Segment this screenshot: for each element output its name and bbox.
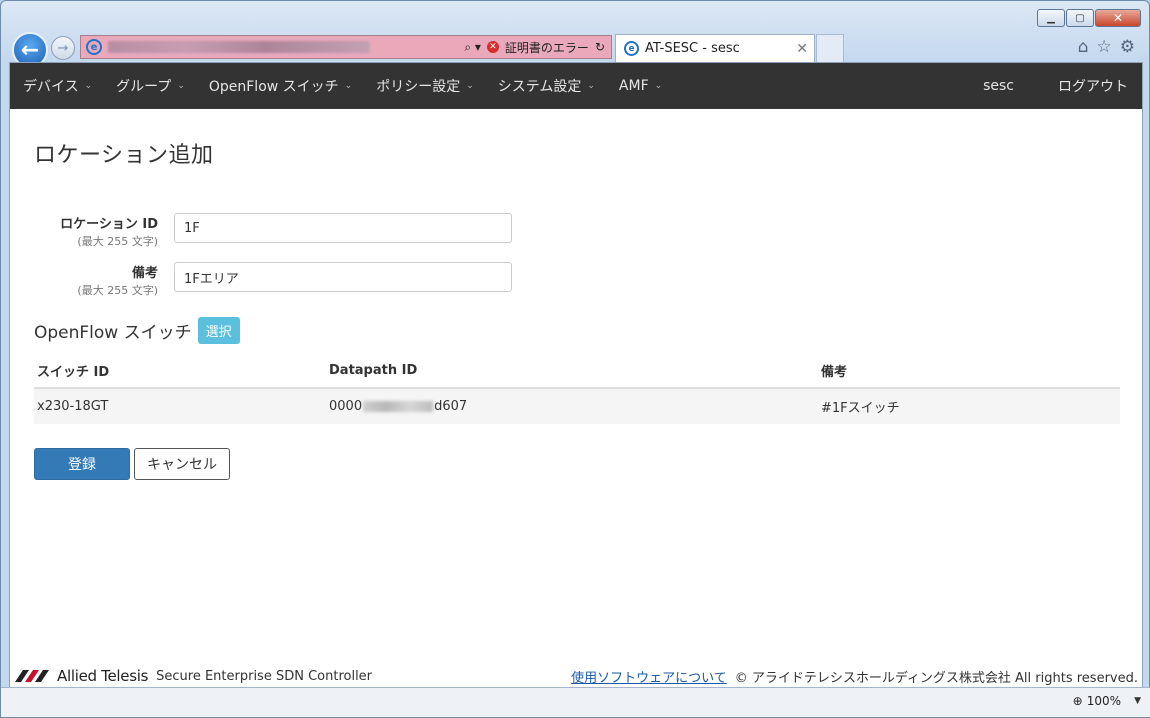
minimize-button[interactable]: ▁ [1037, 9, 1065, 27]
software-info-link[interactable]: 使用ソフトウェアについて [571, 667, 727, 686]
zoom-level: 100% [1086, 694, 1121, 708]
switch-section-header: OpenFlow スイッチ 選択 [34, 317, 1118, 344]
nav-label: AMF [618, 78, 649, 94]
nav-item-amf[interactable]: AMF ⌄ [607, 63, 674, 109]
forward-arrow-icon: → [57, 40, 69, 56]
note-label-group: 備考 (最大 255 文字) [34, 262, 158, 298]
location-id-hint: (最大 255 文字) [77, 235, 158, 248]
table-header-row: スイッチ ID Datapath ID 備考 [34, 354, 1120, 389]
chevron-down-icon: ⌄ [587, 81, 595, 91]
cancel-button[interactable]: キャンセル [134, 448, 230, 480]
maximize-button[interactable]: ▢ [1066, 9, 1094, 27]
note-label: 備考 [131, 266, 158, 281]
datapath-suffix: d607 [434, 399, 468, 414]
page-title: ロケーション追加 [34, 143, 214, 168]
close-window-button[interactable]: ✕ [1095, 9, 1141, 27]
page-viewport: デバイス ⌄ グループ ⌄ OpenFlow スイッチ ⌄ ポリシー設定 ⌄ システム設… [9, 62, 1143, 688]
nav-item-devices[interactable]: デバイス ⌄ [10, 63, 104, 109]
form-row-location-id: ロケーション ID (最大 255 文字) [34, 213, 1118, 262]
nav-item-openflow-switch[interactable]: OpenFlow スイッチ ⌄ [197, 63, 364, 109]
nav-label: OpenFlow スイッチ [208, 79, 339, 95]
settings-gear-icon[interactable]: ⚙ [1120, 37, 1135, 57]
footer-right: 使用ソフトウェアについて © アライドテレシスホールディングス株式会社 All … [571, 667, 1138, 686]
nav-user[interactable]: sesc [961, 78, 1036, 94]
nav-item-policy[interactable]: ポリシー設定 ⌄ [364, 63, 486, 109]
zoom-control[interactable]: ⊕ 100% [1073, 694, 1121, 708]
brand-name: Allied Telesis [57, 667, 149, 685]
nav-item-groups[interactable]: グループ ⌄ [104, 63, 197, 109]
ie-icon: e [624, 41, 639, 56]
close-tab-icon[interactable]: ✕ [796, 41, 808, 57]
browser-toolbar: ⌂ ☆ ⚙ [1078, 37, 1135, 57]
col-note: 備考 [818, 354, 1120, 389]
copyright-text: © アライドテレシスホールディングス株式会社 All rights reserv… [734, 670, 1138, 686]
col-switch-id: スイッチ ID [34, 354, 326, 389]
table-row[interactable]: x230-18GT 0000 d607 #1Fスイッチ [34, 388, 1120, 424]
chevron-down-icon: ⌄ [344, 81, 353, 91]
chevron-down-icon: ⌄ [177, 81, 185, 91]
url-redacted [108, 41, 370, 53]
refresh-icon[interactable]: ↻ [595, 40, 605, 54]
browser-window: ▁ ▢ ✕ ← → e ⌕ ▾ ✕ 証明書のエラー ↻ e AT-SESC - … [0, 0, 1150, 718]
tab-title: AT-SESC - sesc [645, 41, 740, 56]
switch-section-title: OpenFlow スイッチ [34, 323, 192, 343]
forward-button[interactable]: → [51, 36, 75, 60]
nav-label: デバイス [23, 79, 79, 95]
address-bar[interactable]: e ⌕ ▾ ✕ 証明書のエラー ↻ [80, 35, 612, 59]
browser-tab[interactable]: e AT-SESC - sesc ✕ [615, 34, 815, 62]
logout-link[interactable]: ログアウト [1036, 76, 1142, 96]
chevron-down-icon: ⌄ [466, 81, 474, 91]
location-id-label-group: ロケーション ID (最大 255 文字) [34, 213, 158, 249]
note-input[interactable] [174, 262, 512, 292]
back-arrow-icon: ← [20, 37, 40, 63]
page-footer: Allied Telesis Secure Enterprise SDN Con… [10, 665, 1142, 687]
chevron-down-icon: ⌄ [84, 81, 93, 91]
datapath-prefix: 0000 [329, 399, 363, 414]
favorites-star-icon[interactable]: ☆ [1097, 37, 1112, 57]
location-id-input[interactable] [174, 213, 512, 243]
col-datapath-id: Datapath ID [326, 354, 818, 389]
certificate-error-icon[interactable]: ✕ [486, 41, 499, 53]
cell-switch-id: x230-18GT [34, 388, 326, 424]
datapath-redacted [363, 401, 434, 412]
cell-note: #1Fスイッチ [818, 388, 1120, 424]
nav-label: システム設定 [497, 79, 582, 95]
switch-table: スイッチ ID Datapath ID 備考 x230-18GT 0000 d6… [34, 354, 1120, 424]
home-icon[interactable]: ⌂ [1078, 37, 1089, 57]
chevron-down-icon: ⌄ [654, 81, 663, 91]
form-actions: 登録 キャンセル [34, 448, 1118, 480]
main-content: ロケーション追加 ロケーション ID (最大 255 文字) 備考 (最大 25… [10, 137, 1142, 480]
product-name: Secure Enterprise SDN Controller [156, 668, 373, 684]
zoom-icon: ⊕ [1072, 694, 1083, 708]
nav-label: グループ [116, 79, 172, 95]
allied-telesis-logo: Allied Telesis [15, 667, 148, 685]
location-id-label: ロケーション ID [60, 217, 158, 232]
allied-telesis-logo-mark-icon [15, 670, 49, 682]
form-row-note: 備考 (最大 255 文字) [34, 262, 1118, 311]
note-hint: (最大 255 文字) [77, 284, 158, 297]
status-bar: ⊕ 100% ▼ [1, 687, 1150, 717]
app-navbar: デバイス ⌄ グループ ⌄ OpenFlow スイッチ ⌄ ポリシー設定 ⌄ システム設… [10, 63, 1142, 109]
window-controls: ▁ ▢ ✕ [1037, 9, 1141, 27]
search-icon[interactable]: ⌕ ▾ [464, 40, 481, 55]
nav-item-system[interactable]: システム設定 ⌄ [486, 63, 607, 109]
zoom-dropdown-icon[interactable]: ▼ [1134, 696, 1141, 706]
certificate-error-label[interactable]: 証明書のエラー [505, 39, 589, 56]
nav-label: ポリシー設定 [376, 79, 461, 95]
select-switch-button[interactable]: 選択 [197, 317, 240, 344]
new-tab-button[interactable] [816, 34, 844, 62]
cell-datapath-id: 0000 d607 [326, 388, 818, 424]
submit-button[interactable]: 登録 [34, 448, 130, 480]
ie-icon: e [86, 39, 102, 55]
